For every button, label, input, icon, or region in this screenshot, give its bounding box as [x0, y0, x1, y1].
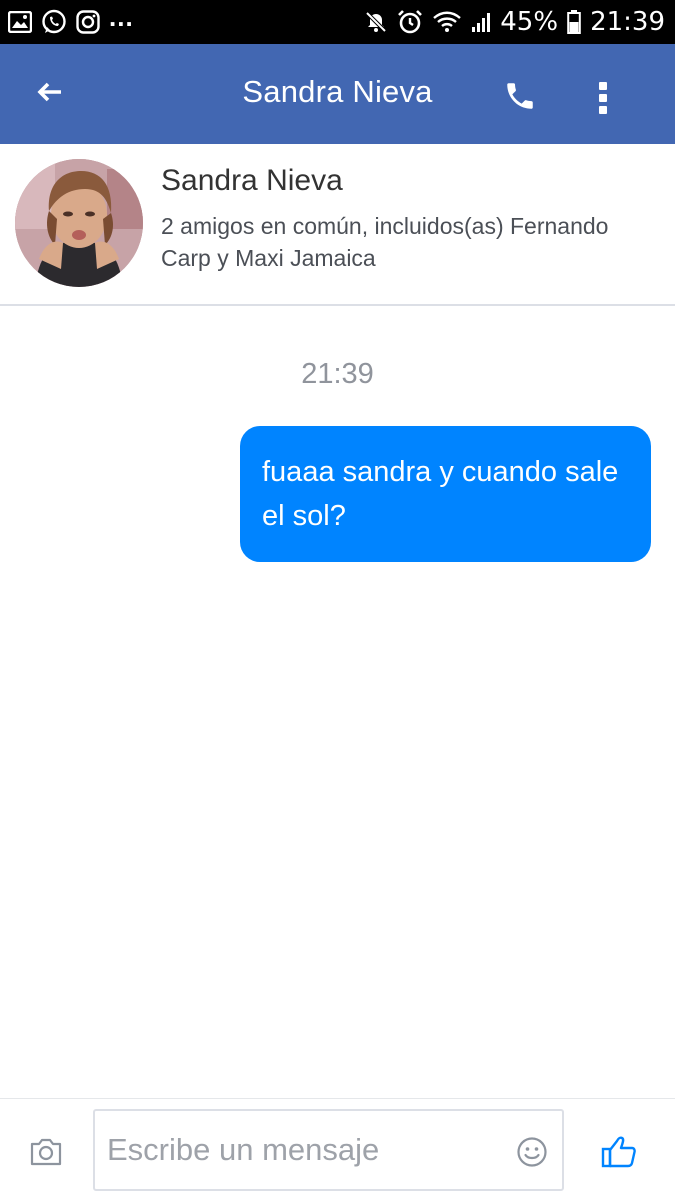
- sent-message-bubble[interactable]: fuaaa sandra y cuando sale el sol?: [240, 426, 651, 562]
- instagram-icon: [76, 10, 100, 34]
- battery-icon: [567, 10, 581, 34]
- message-input[interactable]: [107, 1125, 507, 1175]
- phone-icon: [507, 83, 533, 109]
- conversation-header: Sandra Nieva: [0, 44, 675, 144]
- camera-icon: [30, 1138, 62, 1166]
- voice-call-button[interactable]: [500, 76, 540, 116]
- mutual-friends-text: 2 amigos en común, incluidos(as) Fernand…: [161, 213, 609, 271]
- status-time: 21:39: [590, 7, 665, 37]
- message-timestamp: 21:39: [301, 358, 374, 390]
- emoji-button[interactable]: [515, 1135, 549, 1169]
- avatar[interactable]: [15, 159, 143, 287]
- signal-icon: [471, 11, 491, 33]
- gallery-icon: [8, 11, 32, 33]
- battery-percentage: 45%: [500, 7, 559, 37]
- more-notifications-indicator: ...: [109, 1, 134, 32]
- more-options-button[interactable]: [588, 78, 618, 118]
- status-bar-left: ...: [8, 2, 134, 35]
- like-button[interactable]: [600, 1133, 638, 1171]
- status-bar-right: 45% 21:39: [364, 7, 665, 37]
- smiley-icon: [517, 1137, 547, 1167]
- whatsapp-icon: [41, 9, 67, 35]
- camera-button[interactable]: [26, 1134, 66, 1170]
- messenger-screen: ... 45% 21:39 Sandra Nieva Sandra Nieva …: [0, 0, 675, 1200]
- more-vertical-icon-dot: [599, 94, 607, 102]
- wifi-icon: [432, 10, 462, 34]
- conversation-title: Sandra Nieva: [242, 74, 433, 109]
- alarm-icon: [397, 9, 423, 35]
- status-bar: ... 45% 21:39: [0, 0, 675, 44]
- contact-profile-card[interactable]: Sandra Nieva 2 amigos en común, incluido…: [0, 144, 675, 306]
- thumbs-up-icon: [601, 1136, 636, 1168]
- message-composer: [0, 1098, 675, 1200]
- more-vertical-icon-dot: [599, 82, 607, 90]
- message-input-box[interactable]: [93, 1109, 564, 1191]
- more-vertical-icon-dot: [599, 106, 607, 114]
- contact-name: Sandra Nieva: [161, 164, 343, 197]
- mute-icon: [364, 10, 388, 34]
